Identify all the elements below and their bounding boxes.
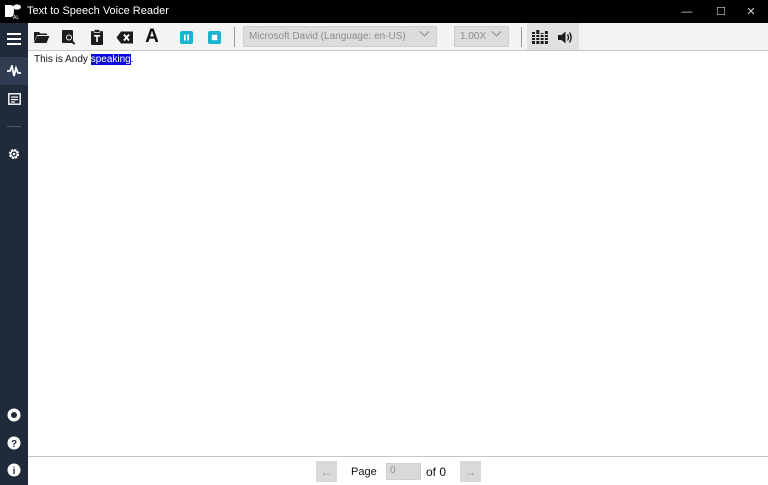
paste-text-icon bbox=[91, 29, 103, 45]
font-button[interactable]: A bbox=[140, 25, 164, 49]
svg-text:?: ? bbox=[11, 439, 17, 450]
record-icon bbox=[7, 408, 21, 422]
text-content: This is Andy speaking. bbox=[34, 54, 134, 65]
spoken-word-highlight: speaking bbox=[90, 54, 131, 65]
voice-select-value: Microsoft David (Language: en-US) bbox=[249, 31, 406, 42]
voice-select[interactable]: Microsoft David (Language: en-US) bbox=[243, 26, 437, 47]
toolbar-divider bbox=[234, 27, 235, 47]
sidebar-item-record[interactable] bbox=[0, 401, 28, 429]
page-count-label: of 0 bbox=[426, 465, 447, 479]
sidebar: ? i bbox=[0, 23, 28, 485]
page-label: Page bbox=[351, 466, 377, 478]
waveform-icon bbox=[7, 65, 21, 77]
pause-icon bbox=[179, 30, 193, 44]
clear-text-button[interactable] bbox=[113, 25, 137, 49]
minimize-button[interactable]: — bbox=[670, 0, 704, 23]
help-icon: ? bbox=[7, 436, 21, 450]
info-icon: i bbox=[7, 463, 21, 477]
sidebar-item-settings[interactable] bbox=[0, 140, 28, 168]
equalizer-icon bbox=[532, 30, 548, 44]
speed-select[interactable]: 1.00X bbox=[454, 26, 509, 47]
sidebar-item-help[interactable]: ? bbox=[0, 429, 28, 457]
hamburger-menu-icon bbox=[7, 33, 21, 45]
title-bar: AL Text to Speech Voice Reader — ☐ ✕ bbox=[0, 0, 768, 23]
paste-text-button[interactable] bbox=[85, 25, 109, 49]
svg-text:AL: AL bbox=[13, 15, 19, 20]
search-file-icon bbox=[62, 30, 76, 45]
text-editor[interactable]: This is Andy speaking. bbox=[28, 51, 768, 456]
clear-icon bbox=[116, 31, 133, 43]
text-trailing: . bbox=[130, 54, 134, 65]
volume-button[interactable] bbox=[553, 25, 577, 49]
window-title: Text to Speech Voice Reader bbox=[27, 5, 169, 17]
stop-icon bbox=[207, 30, 221, 44]
page-number-input[interactable]: 0 bbox=[386, 463, 421, 480]
pause-button[interactable] bbox=[174, 25, 198, 49]
previous-page-button[interactable]: ← bbox=[316, 461, 337, 482]
gear-icon bbox=[8, 148, 20, 160]
open-folder-icon bbox=[33, 32, 49, 43]
sidebar-menu-button[interactable] bbox=[0, 25, 28, 53]
speed-select-value: 1.00X bbox=[460, 31, 487, 42]
toolbar: A Microsoft David (Language: en-US) 1.00… bbox=[28, 23, 768, 51]
sidebar-item-speak[interactable] bbox=[0, 57, 28, 85]
chevron-down-icon bbox=[419, 31, 430, 37]
maximize-button[interactable]: ☐ bbox=[704, 0, 738, 23]
next-page-button[interactable]: → bbox=[460, 461, 481, 482]
find-file-button[interactable] bbox=[57, 25, 81, 49]
speaker-icon bbox=[557, 31, 572, 43]
equalizer-button[interactable] bbox=[528, 25, 552, 49]
sidebar-divider bbox=[7, 126, 21, 127]
chevron-down-icon bbox=[491, 31, 502, 37]
svg-text:i: i bbox=[13, 466, 16, 477]
close-button[interactable]: ✕ bbox=[734, 0, 768, 23]
stop-button[interactable] bbox=[202, 25, 226, 49]
pagination-bar: ← Page 0 of 0 → bbox=[28, 456, 768, 485]
sidebar-item-info[interactable]: i bbox=[0, 456, 28, 484]
open-file-button[interactable] bbox=[29, 25, 53, 49]
sidebar-item-documents[interactable] bbox=[0, 85, 28, 113]
app-logo-icon: AL bbox=[2, 2, 22, 20]
toolbar-divider bbox=[521, 27, 522, 47]
text-plain: This is Andy bbox=[34, 54, 91, 65]
document-list-icon bbox=[7, 93, 21, 105]
